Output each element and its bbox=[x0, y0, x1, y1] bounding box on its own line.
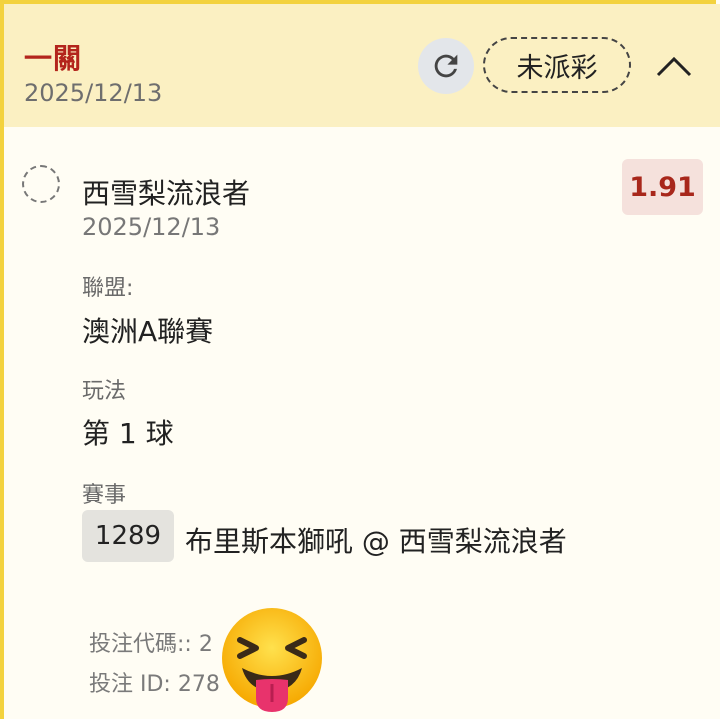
status-badge: 未派彩 bbox=[483, 37, 631, 93]
match-label: 賽事 bbox=[82, 483, 127, 508]
selection-team: 西雪梨流浪者 bbox=[82, 177, 251, 210]
league-label: 聯盟: bbox=[82, 276, 134, 301]
bet-card-header: 一關 2025/12/13 未派彩 bbox=[4, 4, 720, 127]
bet-date: 2025/12/13 bbox=[24, 79, 163, 107]
bet-type-title: 一關 bbox=[24, 42, 83, 75]
selection-radio[interactable] bbox=[22, 165, 60, 203]
play-label: 玩法 bbox=[82, 379, 127, 404]
tongue-out-emoji-icon bbox=[222, 608, 322, 712]
collapse-button[interactable] bbox=[652, 44, 696, 88]
play-value: 第 1 球 bbox=[82, 417, 174, 450]
match-id-badge: 1289 bbox=[82, 510, 174, 562]
refresh-icon bbox=[434, 54, 458, 78]
selection-date: 2025/12/13 bbox=[82, 213, 221, 241]
refresh-button[interactable] bbox=[418, 38, 474, 94]
chevron-up-icon bbox=[656, 56, 692, 77]
odds-badge: 1.91 bbox=[622, 159, 703, 215]
match-name: 布里斯本獅吼 @ 西雪梨流浪者 bbox=[185, 525, 567, 558]
league-value: 澳洲A聯賽 bbox=[82, 315, 214, 348]
